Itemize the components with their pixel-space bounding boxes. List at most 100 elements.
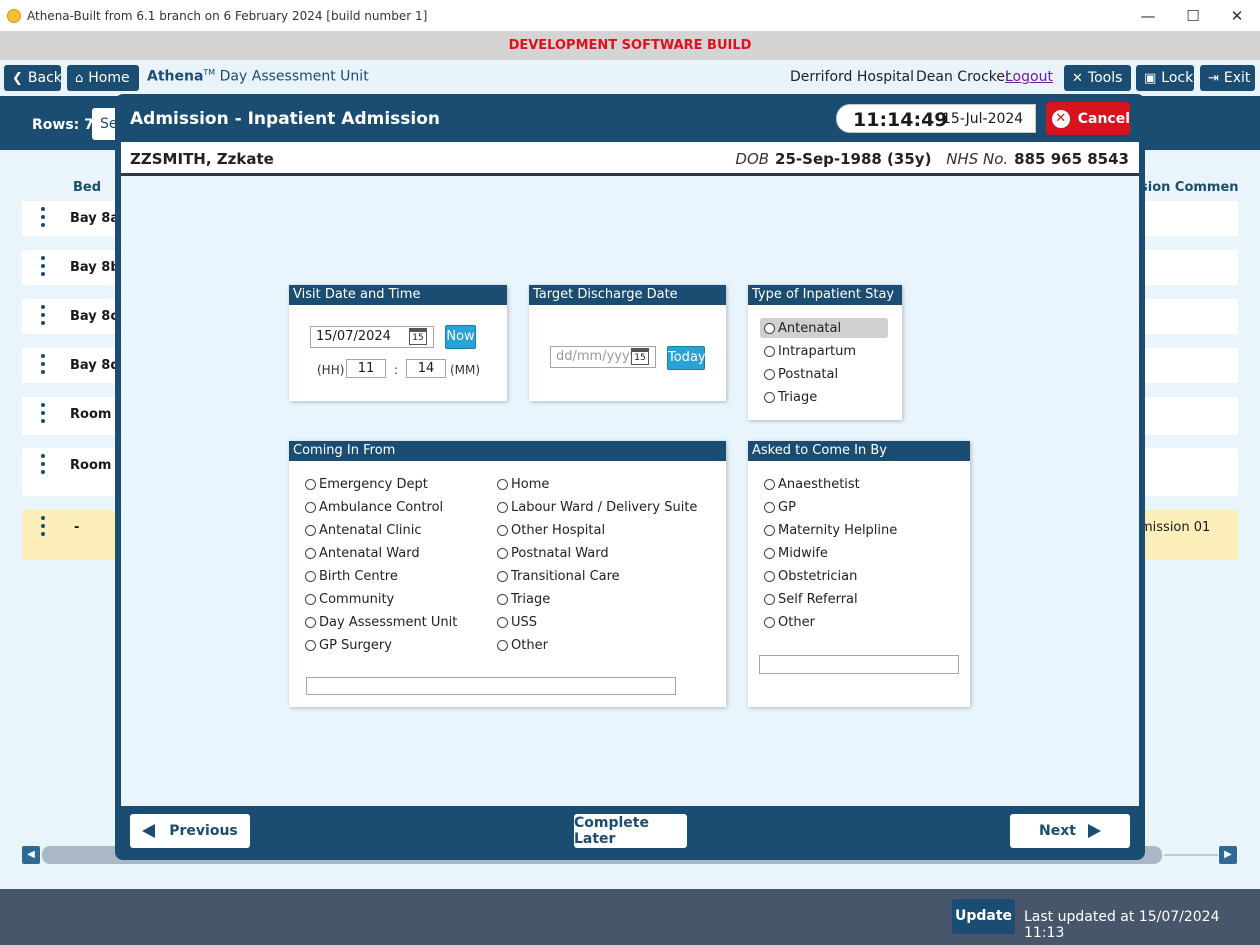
- source-community[interactable]: Community: [305, 592, 394, 607]
- arrow-right-icon: [1087, 824, 1101, 838]
- home-button[interactable]: ⌂ Home: [67, 65, 139, 91]
- maximize-button[interactable]: ☐: [1170, 0, 1216, 31]
- source-antenatal-ward[interactable]: Antenatal Ward: [305, 546, 420, 561]
- radio-icon: [764, 479, 775, 490]
- lock-button[interactable]: ▣ Lock: [1136, 65, 1194, 91]
- column-header-comments[interactable]: sion Commen: [1140, 180, 1239, 195]
- wrench-icon: ✕: [1072, 70, 1083, 86]
- source-uss[interactable]: USS: [497, 615, 537, 630]
- source-emergency-dept[interactable]: Emergency Dept: [305, 477, 428, 492]
- asked-by-maternity-helpline[interactable]: Maternity Helpline: [764, 523, 897, 538]
- source-other-input[interactable]: [306, 677, 676, 695]
- close-window-button[interactable]: ✕: [1214, 0, 1260, 31]
- back-label: Back: [27, 70, 62, 86]
- complete-later-button[interactable]: Complete Later: [574, 814, 687, 848]
- inpatient-stay-panel: Type of Inpatient Stay Antenatal Intrapa…: [748, 285, 902, 420]
- asked-by-obstetrician[interactable]: Obstetrician: [764, 569, 857, 584]
- now-button[interactable]: Now: [445, 325, 476, 349]
- more-options-icon[interactable]: [41, 516, 45, 540]
- asked-by-self-referral[interactable]: Self Referral: [764, 592, 858, 607]
- brand-name: Athena: [147, 68, 204, 85]
- exit-label: Exit: [1223, 70, 1251, 86]
- source-antenatal-clinic[interactable]: Antenatal Clinic: [305, 523, 422, 538]
- source-gp-surgery[interactable]: GP Surgery: [305, 638, 392, 653]
- source-birth-centre[interactable]: Birth Centre: [305, 569, 398, 584]
- source-labour-ward[interactable]: Labour Ward / Delivery Suite: [497, 500, 697, 515]
- previous-button[interactable]: Previous: [130, 814, 250, 848]
- next-button[interactable]: Next: [1010, 814, 1130, 848]
- update-button[interactable]: Update: [952, 899, 1015, 934]
- source-home[interactable]: Home: [497, 477, 549, 492]
- radio-icon: [305, 502, 316, 513]
- home-icon: ⌂: [75, 70, 84, 86]
- unit-name: Day Assessment Unit: [219, 68, 369, 85]
- logout-link[interactable]: Logout: [1005, 69, 1053, 85]
- patient-name: ZZSMITH, Zzkate: [130, 150, 274, 168]
- clock-date: 15-Jul-2024: [942, 111, 1024, 127]
- source-day-assessment-unit[interactable]: Day Assessment Unit: [305, 615, 457, 630]
- chevron-left-icon: ❮: [12, 70, 23, 86]
- cancel-button[interactable]: ✕ Cancel: [1046, 102, 1130, 135]
- dialog-title: Admission - Inpatient Admission: [130, 109, 441, 129]
- bed-name: Bay 8a: [70, 211, 120, 226]
- dialog-body: ZZSMITH, Zzkate DOB 25-Sep-1988 (35y) NHS…: [121, 142, 1139, 854]
- time-separator: :: [394, 363, 399, 377]
- source-other-hospital[interactable]: Other Hospital: [497, 523, 605, 538]
- more-options-icon[interactable]: [41, 454, 45, 478]
- source-transitional-care[interactable]: Transitional Care: [497, 569, 620, 584]
- more-options-icon[interactable]: [41, 403, 45, 427]
- source-other[interactable]: Other: [497, 638, 548, 653]
- calendar-icon[interactable]: 15: [409, 328, 427, 345]
- radio-icon: [764, 571, 775, 582]
- radio-icon: [497, 594, 508, 605]
- more-options-icon[interactable]: [41, 305, 45, 329]
- minute-input[interactable]: 14: [406, 359, 446, 378]
- window-title: Athena-Built from 6.1 branch on 6 Februa…: [27, 8, 428, 23]
- more-options-icon[interactable]: [41, 256, 45, 280]
- stay-option-postnatal[interactable]: Postnatal: [764, 367, 838, 382]
- tools-button[interactable]: ✕ Tools: [1064, 65, 1131, 91]
- asked-by-other[interactable]: Other: [764, 615, 815, 630]
- asked-by-anaesthetist[interactable]: Anaesthetist: [764, 477, 860, 492]
- cancel-label: Cancel: [1077, 110, 1130, 127]
- calendar-icon[interactable]: 15: [631, 348, 649, 365]
- source-postnatal-ward[interactable]: Postnatal Ward: [497, 546, 609, 561]
- dob-value: 25-Sep-1988 (35y): [775, 150, 932, 168]
- radio-icon: [497, 640, 508, 651]
- panel-title: Type of Inpatient Stay: [748, 285, 902, 305]
- visit-date-panel: Visit Date and Time 15/07/2024 15 Now (H…: [289, 285, 507, 401]
- today-button[interactable]: Today: [667, 346, 706, 370]
- radio-icon: [305, 571, 316, 582]
- radio-icon: [497, 571, 508, 582]
- stay-option-antenatal[interactable]: Antenatal: [760, 318, 888, 338]
- option-label: Labour Ward / Delivery Suite: [511, 500, 698, 515]
- hour-input[interactable]: 11: [346, 359, 386, 378]
- stay-option-triage[interactable]: Triage: [764, 390, 817, 405]
- asked-by-gp[interactable]: GP: [764, 500, 796, 515]
- more-options-icon[interactable]: [41, 207, 45, 231]
- dev-build-banner: DEVELOPMENT SOFTWARE BUILD: [0, 31, 1260, 60]
- bed-name: -: [74, 520, 80, 535]
- source-ambulance-control[interactable]: Ambulance Control: [305, 500, 443, 515]
- column-header-bed[interactable]: Bed: [73, 180, 101, 195]
- patient-banner: ZZSMITH, Zzkate DOB 25-Sep-1988 (35y) NHS…: [121, 142, 1139, 176]
- scroll-right-icon[interactable]: ▶: [1219, 846, 1237, 864]
- window-titlebar: Athena-Built from 6.1 branch on 6 Februa…: [0, 0, 1260, 31]
- scroll-left-icon[interactable]: ◀: [22, 846, 40, 864]
- more-options-icon[interactable]: [41, 354, 45, 378]
- option-label: Postnatal Ward: [511, 546, 609, 561]
- discharge-date-panel: Target Discharge Date dd/mm/yyyy 15 Toda…: [529, 285, 726, 401]
- panel-title: Asked to Come In By: [748, 441, 970, 461]
- radio-icon: [305, 548, 316, 559]
- stay-option-intrapartum[interactable]: Intrapartum: [764, 344, 856, 359]
- back-button[interactable]: ❮ Back: [4, 65, 62, 91]
- option-label: Day Assessment Unit: [319, 615, 458, 630]
- brand-tm: TM: [203, 68, 216, 77]
- source-triage[interactable]: Triage: [497, 592, 550, 607]
- rows-count: Rows: 7: [32, 117, 94, 133]
- asked-by-other-input[interactable]: [759, 655, 959, 674]
- home-label: Home: [88, 70, 130, 86]
- exit-button[interactable]: ⇥ Exit: [1200, 65, 1255, 91]
- minimize-button[interactable]: —: [1125, 0, 1171, 31]
- asked-by-midwife[interactable]: Midwife: [764, 546, 828, 561]
